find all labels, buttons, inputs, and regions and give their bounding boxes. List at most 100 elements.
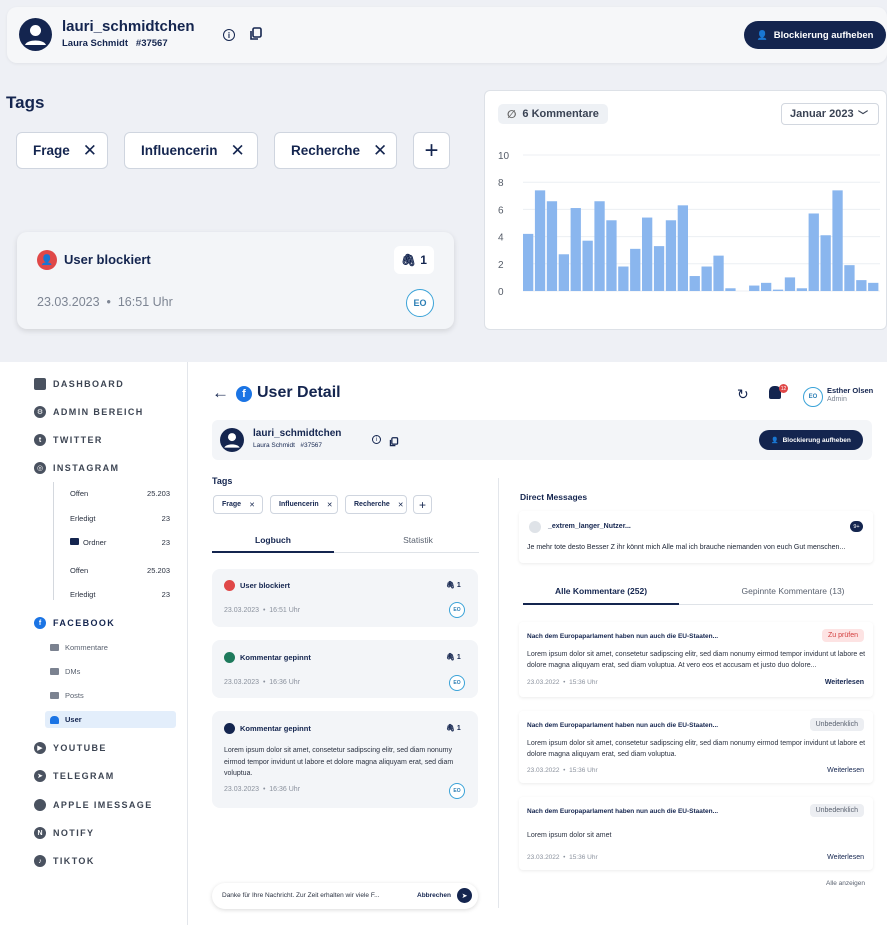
facebook-item-dms[interactable]: DMs [50,667,80,676]
sidebar-item-instagram[interactable]: ◎ INSTAGRAM [34,462,119,474]
facebook-item-user[interactable]: User [45,711,176,728]
chart-bar[interactable] [618,266,629,291]
instagram-item-ordner[interactable]: Ordner 23 [70,538,170,547]
comment-card[interactable]: Nach dem Europaparlament haben nun auch … [519,797,873,870]
comment-card[interactable]: Nach dem Europaparlament haben nun auch … [519,622,873,697]
chart-bar[interactable] [820,235,831,291]
sidebar-item-dashboard[interactable]: DASHBOARD [34,378,124,390]
chart-bar[interactable] [594,201,605,291]
chart-bar[interactable] [523,233,534,291]
add-tag-button[interactable]: + [413,132,450,169]
chart-bar[interactable] [832,190,843,291]
remove-tag-icon[interactable]: ✕ [231,141,245,161]
comment-card[interactable]: Nach dem Europaparlament haben nun auch … [519,711,873,783]
info-icon[interactable]: i [372,435,381,444]
attachment-chip[interactable]: 🖇 1 [446,653,461,661]
chart-bar[interactable] [761,282,772,291]
instagram-item-erledigt[interactable]: Erledigt 23 [70,514,170,523]
realname-text: Laura Schmidt [62,38,128,49]
sidebar-item-twitter[interactable]: t TWITTER [34,434,103,446]
chart-bar[interactable] [546,201,558,291]
chart-bar[interactable] [689,276,700,291]
chart-bar[interactable] [642,217,653,291]
dm-unread-badge: 9+ [850,521,863,532]
show-all-link[interactable]: Alle anzeigen [826,880,865,887]
current-user-avatar[interactable]: EO [803,387,823,407]
cancel-button[interactable]: Abbrechen [417,892,451,899]
instagram-item-offen-2[interactable]: Offen 25.203 [70,566,170,575]
tag-influencerin[interactable]: Influencerin ✕ [124,132,258,169]
chart-bar[interactable] [558,254,569,291]
back-arrow-icon[interactable]: ← [212,383,229,403]
chart-bar[interactable] [856,280,867,291]
month-dropdown[interactable]: Januar 2023 ﹀ [781,103,879,125]
facebook-item-posts[interactable]: Posts [50,691,84,700]
chart-bar[interactable] [772,289,784,291]
tag-frage[interactable]: Frage ✕ [16,132,108,169]
attachment-chip[interactable]: 🖇 1 [446,724,461,732]
chart-bar[interactable] [534,190,546,291]
dm-card[interactable]: _extrem_langer_Nutzer... 9+ Je mehr tote… [519,511,873,563]
chart-bar[interactable] [713,255,724,291]
tag-frage[interactable]: Frage ✕ [213,495,263,514]
read-more-link[interactable]: Weiterlesen [827,767,864,774]
chart-bar[interactable] [665,220,677,291]
time-text: 15:36 Uhr [569,679,598,686]
chart-bar[interactable] [868,282,879,291]
read-more-link[interactable]: Weiterlesen [827,854,864,861]
posts-icon [50,692,59,699]
chart-bar[interactable] [784,277,796,291]
facebook-item-kommentare[interactable]: Kommentare [50,643,108,652]
attachment-chip[interactable]: 🖇 1 [394,246,434,274]
tag-recherche[interactable]: Recherche ✕ [345,495,407,514]
copy-icon[interactable] [249,27,263,41]
sidebar-item-admin[interactable]: ⚙ ADMIN BEREICH [34,406,144,418]
sidebar-item-telegram[interactable]: ➤ TELEGRAM [34,770,115,782]
refresh-icon[interactable]: ↻ [737,386,749,403]
tab-pinned-comments[interactable]: Gepinnte Kommentare (13) [713,586,873,596]
instagram-item-offen[interactable]: Offen 25.203 [70,489,170,498]
sidebar-item-tiktok[interactable]: ♪ TIKTOK [34,855,95,867]
chart-bar[interactable] [606,220,617,291]
tab-all-comments[interactable]: Alle Kommentare (252) [523,586,679,596]
sidebar-item-youtube[interactable]: ▶ YOUTUBE [34,742,107,754]
chart-bar[interactable] [570,208,581,291]
remove-tag-icon[interactable]: ✕ [249,501,255,509]
chart-bar[interactable] [653,246,665,291]
tab-statistik[interactable]: Statistik [357,535,479,545]
chart-bar[interactable] [796,288,807,291]
copy-icon[interactable] [389,434,399,447]
chart-bar[interactable] [808,213,819,291]
unblock-button[interactable]: 👤 Blockierung aufheben [759,430,863,450]
remove-tag-icon[interactable]: ✕ [373,141,387,161]
unblock-button[interactable]: 👤 Blockierung aufheben [744,21,886,49]
chart-bar[interactable] [677,205,688,291]
chart-bar[interactable] [749,285,760,291]
comment-title: Nach dem Europaparlament haben nun auch … [527,633,719,640]
user-lock-icon: 👤 [756,29,768,40]
chart-bar[interactable] [582,240,593,291]
sidebar-item-imessage[interactable]: APPLE IMESSAGE [34,799,153,811]
sidebar-item-facebook[interactable]: f FACEBOOK [34,617,115,629]
tag-recherche[interactable]: Recherche ✕ [274,132,397,169]
chart-bar[interactable] [725,288,736,291]
remove-tag-icon[interactable]: ✕ [327,501,333,509]
reply-text[interactable]: Danke für Ihre Nachricht. Zur Zeit erhal… [222,892,380,899]
add-tag-button[interactable]: + [413,495,432,514]
chart-bar[interactable] [701,266,712,291]
send-button[interactable]: ➤ [457,888,472,903]
sidebar-item-notify[interactable]: N NOTIFY [34,827,94,839]
current-user-name: Esther Olsen [827,386,874,395]
month-label: Januar 2023 [790,108,854,120]
tab-logbuch[interactable]: Logbuch [212,535,334,545]
time-text: 16:36 Uhr [269,786,301,793]
instagram-item-erledigt-2[interactable]: Erledigt 23 [70,590,170,599]
read-more-link[interactable]: Weiterlesen [825,679,864,686]
remove-tag-icon[interactable]: ✕ [398,501,404,509]
info-icon[interactable]: i [223,29,235,41]
attachment-chip[interactable]: 🖇 1 [446,581,461,589]
chart-bar[interactable] [630,248,641,291]
tag-influencerin[interactable]: Influencerin ✕ [270,495,338,514]
chart-bar[interactable] [844,265,855,291]
remove-tag-icon[interactable]: ✕ [83,141,97,161]
